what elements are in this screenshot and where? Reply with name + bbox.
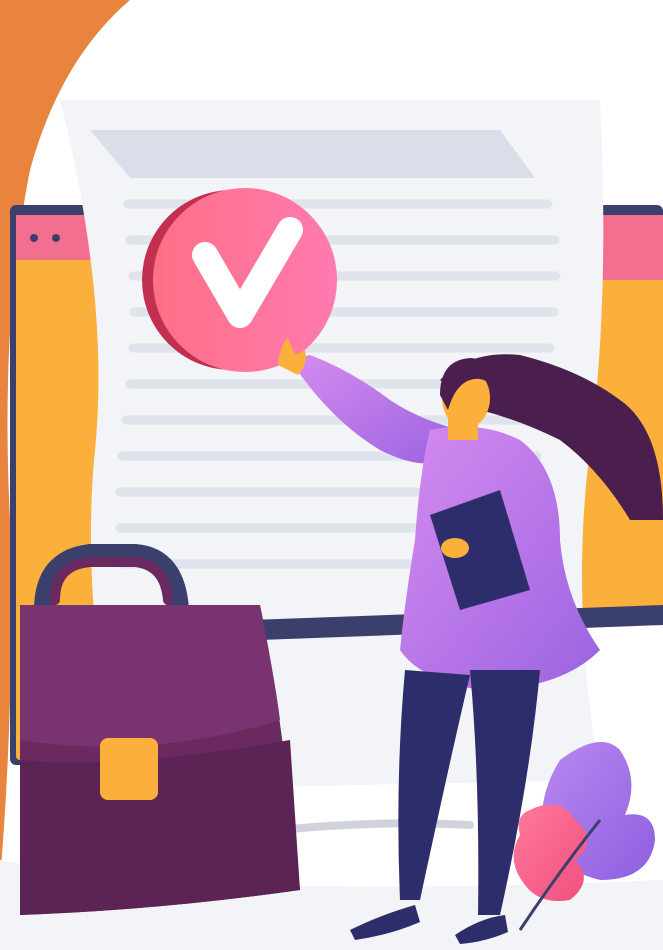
briefcase	[20, 544, 300, 915]
approval-badge	[142, 188, 337, 372]
illustration-scene	[0, 0, 663, 950]
